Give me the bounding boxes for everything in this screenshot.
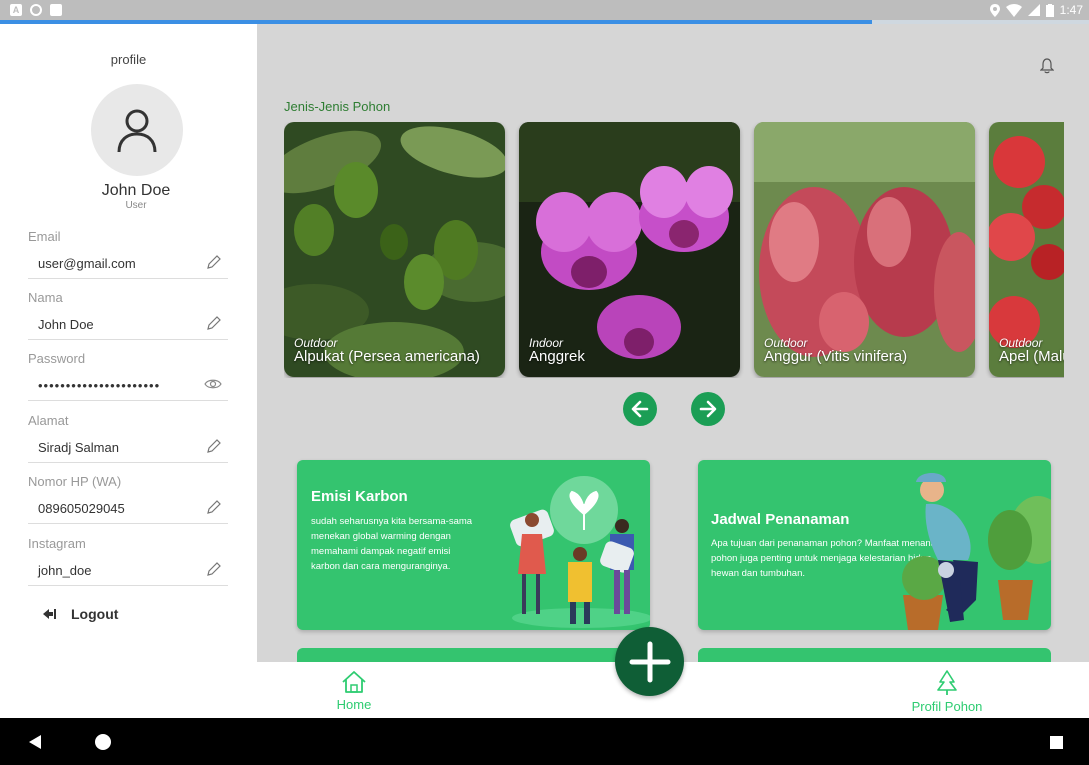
- tree-card-apel[interactable]: Outdoor Apel (Malus domestica): [989, 122, 1064, 377]
- email-label: Email: [28, 229, 61, 244]
- recents-icon[interactable]: [1050, 736, 1063, 749]
- email-field: Email user@gmail.com: [28, 229, 228, 279]
- instagram-label: Instagram: [28, 536, 86, 551]
- instagram-value: john_doe: [38, 563, 92, 578]
- password-value: ••••••••••••••••••••••: [38, 378, 161, 393]
- alamat-input[interactable]: Siradj Salman: [28, 431, 228, 463]
- edit-pencil-icon[interactable]: [206, 561, 222, 577]
- eye-icon[interactable]: [204, 376, 222, 392]
- nama-label: Nama: [28, 290, 63, 305]
- info-card-title: Jadwal Penanaman: [711, 511, 850, 528]
- drawer-title: profile: [110, 52, 147, 67]
- phone-label: Nomor HP (WA): [28, 474, 122, 489]
- tree-name: Anggrek: [529, 348, 585, 365]
- info-card-emisi-karbon[interactable]: Emisi Karbon sudah seharusnya kita bersa…: [297, 460, 650, 630]
- wifi-icon: [1005, 3, 1022, 17]
- instagram-field: Instagram john_doe: [28, 536, 228, 586]
- alamat-value: Siradj Salman: [38, 440, 119, 455]
- nama-field: Nama John Doe: [28, 290, 228, 340]
- status-bar: A 1:47: [0, 0, 1089, 22]
- tree-name: Alpukat (Persea americana): [294, 348, 480, 365]
- edit-pencil-icon[interactable]: [206, 254, 222, 270]
- phone-value: 089605029045: [38, 501, 125, 516]
- location-icon: [989, 3, 1000, 17]
- section-title: Jenis-Jenis Pohon: [284, 99, 391, 114]
- nama-input[interactable]: John Doe: [28, 308, 228, 340]
- arrow-right-icon: [699, 400, 717, 418]
- logout-label: Logout: [71, 606, 119, 622]
- alamat-label: Alamat: [28, 413, 69, 428]
- phone-field: Nomor HP (WA) 089605029045: [28, 474, 228, 524]
- nav-home[interactable]: Home: [329, 670, 379, 712]
- phone-input[interactable]: 089605029045: [28, 492, 228, 524]
- edit-pencil-icon[interactable]: [206, 438, 222, 454]
- nav-profil-pohon[interactable]: Profil Pohon: [897, 670, 997, 714]
- tree-card-anggrek[interactable]: Indoor Anggrek: [519, 122, 740, 377]
- nav-profil-pohon-label: Profil Pohon: [911, 699, 983, 714]
- avatar[interactable]: [91, 84, 183, 176]
- people-plant-illustration: [510, 476, 650, 628]
- tree-name: Apel (Malus domestica): [999, 348, 1064, 365]
- tree-name: Anggur (Vitis vinifera): [764, 348, 908, 365]
- profile-drawer: profile John Doe User Email user@gmail.c…: [0, 24, 257, 718]
- notification-bell-icon[interactable]: [1040, 58, 1054, 74]
- user-icon: [117, 109, 157, 153]
- password-field: Password ••••••••••••••••••••••: [28, 351, 228, 401]
- password-input[interactable]: ••••••••••••••••••••••: [28, 369, 228, 401]
- signal-icon: [1027, 4, 1040, 16]
- email-input[interactable]: user@gmail.com: [28, 247, 228, 279]
- user-name: John Doe: [101, 182, 171, 199]
- carousel-next-button[interactable]: [691, 392, 725, 426]
- tree-card-alpukat[interactable]: Outdoor Alpukat (Persea americana): [284, 122, 505, 377]
- info-card-text: sudah seharusnya kita bersama-sama menek…: [311, 516, 473, 572]
- logout-button[interactable]: Logout: [43, 606, 118, 622]
- edit-pencil-icon[interactable]: [206, 315, 222, 331]
- app-screen: profile John Doe User Email user@gmail.c…: [0, 24, 1089, 718]
- nav-home-label: Home: [336, 697, 372, 712]
- notification-a-icon: A: [10, 4, 22, 16]
- carousel-prev-button[interactable]: [623, 392, 657, 426]
- clock-time: 1:47: [1059, 3, 1083, 17]
- system-navigation-bar: [0, 718, 1089, 765]
- instagram-input[interactable]: john_doe: [28, 554, 228, 586]
- alamat-field: Alamat Siradj Salman: [28, 413, 228, 463]
- sd-card-icon: [50, 4, 62, 16]
- tree-carousel[interactable]: Outdoor Alpukat (Persea americana) Indoo…: [284, 122, 1064, 378]
- info-card-title: Emisi Karbon: [311, 488, 408, 505]
- tree-card-anggur[interactable]: Outdoor Anggur (Vitis vinifera): [754, 122, 975, 377]
- home-circle-icon[interactable]: [95, 734, 111, 750]
- add-fab-button[interactable]: [615, 627, 684, 696]
- notification-circle-icon: [30, 4, 42, 16]
- info-card-jadwal-penanaman[interactable]: Jadwal Penanaman Apa tujuan dari penanam…: [698, 460, 1051, 630]
- arrow-left-icon: [631, 400, 649, 418]
- user-role: User: [125, 200, 147, 211]
- nama-value: John Doe: [38, 317, 94, 332]
- tree-icon: [937, 670, 957, 695]
- logout-icon: [43, 609, 56, 619]
- password-label: Password: [28, 351, 86, 366]
- gardener-illustration: [902, 473, 1051, 630]
- plus-icon: [629, 641, 670, 682]
- email-value: user@gmail.com: [38, 256, 136, 271]
- battery-icon: [1045, 3, 1054, 17]
- edit-pencil-icon[interactable]: [206, 499, 222, 515]
- back-icon[interactable]: [28, 734, 42, 750]
- home-icon: [342, 671, 366, 693]
